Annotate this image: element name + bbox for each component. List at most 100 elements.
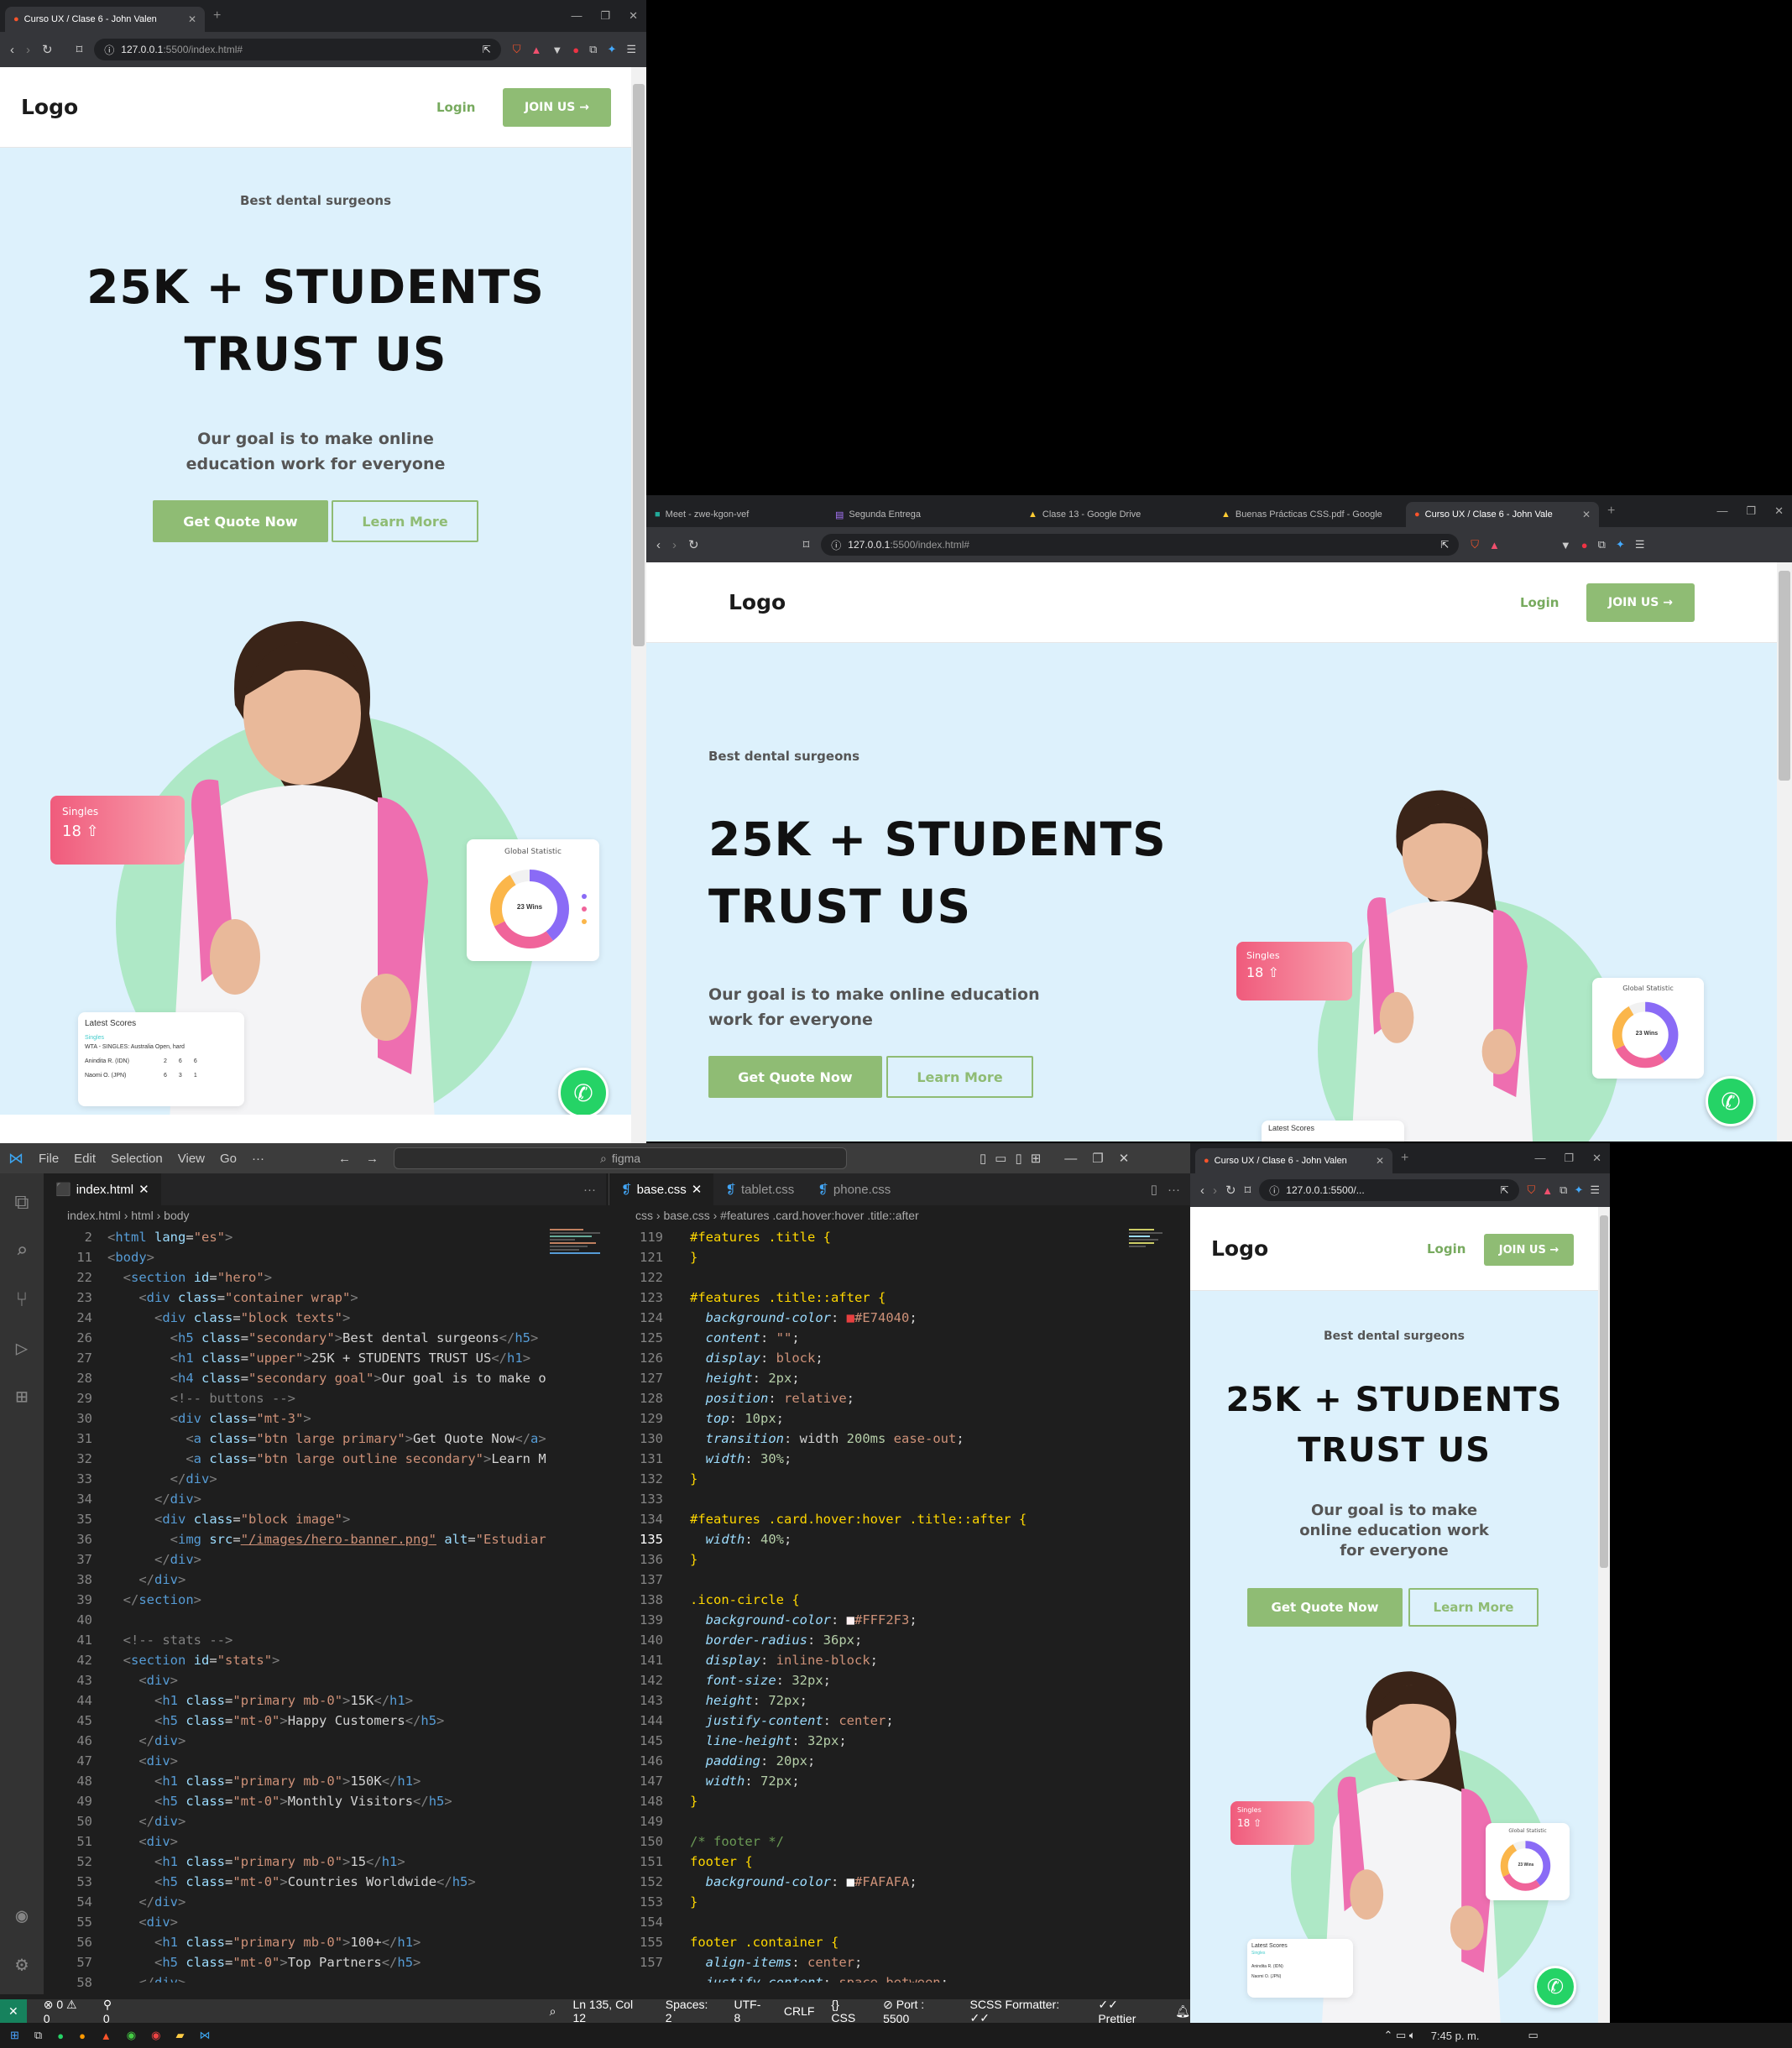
kite-icon[interactable]: ✦ [1616,538,1625,551]
join-us-button[interactable]: JOIN US → [1484,1234,1574,1266]
tab-index-html[interactable]: ⬛ index.html ✕ [44,1173,161,1205]
layout-icons[interactable]: ▯▭▯⊞ [980,1151,1049,1166]
minimap-right[interactable] [1129,1227,1179,1378]
taskview-icon[interactable]: ⧉ [34,2029,42,2042]
scores-tab[interactable]: Singles [85,1035,238,1041]
close-tab-icon[interactable]: ✕ [1582,509,1591,520]
close-tab-icon[interactable]: ✕ [188,13,196,25]
command-center-search[interactable]: ⌕ figma [394,1147,848,1169]
scss-formatter[interactable]: SCSS Formatter: ✓✓ [970,1998,1082,2025]
new-tab-icon[interactable]: + [1607,504,1615,519]
problems-indicator[interactable]: ⊗ 0 ⚠ 0 [44,1998,86,2025]
zoom-icon[interactable]: ⌕ [550,2004,556,2019]
line-ending[interactable]: CRLF [784,2004,815,2018]
menu-selection[interactable]: Selection [111,1152,163,1166]
whatsapp-button[interactable]: ✆ [1706,1076,1756,1126]
browser-tab[interactable]: ■ Meet - zwe-kgon-vef [646,502,827,527]
address-bar[interactable]: ⓘ 127.0.0.1:5500/index.html# ⇱ [821,534,1460,556]
vpn-icon[interactable]: ▼ [551,44,562,56]
menu-icon[interactable]: ☰ [1590,1183,1600,1197]
minimize-icon[interactable]: — [1716,504,1727,518]
share-icon[interactable]: ⇱ [1500,1184,1508,1196]
join-us-button[interactable]: JOIN US → [503,88,611,127]
address-bar[interactable]: ⓘ 127.0.0.1:5500/index.html# ⇱ [94,39,501,60]
site-logo[interactable]: Logo [21,95,78,119]
minimize-icon[interactable]: — [1534,1152,1545,1165]
tab-tablet-css[interactable]: ❡ tablet.css [713,1173,806,1205]
close-tab-icon[interactable]: ✕ [692,1182,703,1197]
learn-more-button[interactable]: Learn More [886,1056,1033,1098]
notifications-icon[interactable]: ▭ [1528,2029,1539,2042]
back-arrow-icon[interactable]: ← [338,1152,351,1166]
code-editor-right[interactable]: #features .title { } #features .title::a… [690,1227,1126,1983]
bookmark-icon[interactable]: ⌑ [76,42,83,57]
menu-icon[interactable]: ☰ [626,43,636,56]
join-us-button[interactable]: JOIN US → [1586,583,1695,622]
brave-shield-icon[interactable]: ⛉ [1528,1183,1536,1197]
cursor-position[interactable]: Ln 135, Col 12 [572,1998,648,2024]
vscode-icon[interactable]: ⋈ [199,2029,210,2042]
language-mode[interactable]: {} CSS [831,1998,866,2024]
new-tab-icon[interactable]: + [213,8,221,24]
back-icon[interactable]: ‹ [656,538,661,552]
scores-tab[interactable]: Singles [1251,1951,1349,1956]
learn-more-button[interactable]: Learn More [1408,1588,1539,1627]
tray-icons[interactable]: ⌃ ▭ 🔈︎ [1383,2029,1415,2042]
reload-icon[interactable]: ↻ [1225,1183,1236,1198]
crumb-item[interactable]: index.html [67,1209,121,1222]
scrollbar[interactable] [631,67,646,1143]
login-link[interactable]: Login [1520,595,1559,610]
chrome-icon[interactable]: ◉ [127,2029,136,2042]
close-icon[interactable]: ✕ [1774,504,1784,518]
search-icon[interactable]: ⌕ [16,1239,28,1262]
browser-tab[interactable]: ▲ Buenas Prácticas CSS.pdf - Google [1213,502,1406,527]
kite-icon[interactable]: ✦ [607,43,616,56]
close-icon[interactable]: ✕ [1592,1152,1601,1165]
minimize-icon[interactable]: — [1064,1152,1077,1166]
windows-start-icon[interactable]: ⊞ [10,2029,19,2042]
bookmark-icon[interactable]: ⌑ [803,537,810,552]
whatsapp-button[interactable]: ✆ [558,1068,609,1118]
crumb-item[interactable]: html [131,1209,153,1222]
close-tab-icon[interactable]: ✕ [1376,1155,1384,1167]
back-icon[interactable]: ‹ [10,43,14,57]
menu-edit[interactable]: Edit [74,1152,96,1166]
back-icon[interactable]: ‹ [1200,1183,1204,1198]
rewards-icon[interactable]: ▲ [531,44,542,56]
scrollbar[interactable] [1598,1207,1610,2023]
menu-file[interactable]: File [39,1152,59,1166]
address-bar[interactable]: ⓘ 127.0.0.1:5500/... ⇱ [1259,1179,1519,1201]
scrollbar[interactable] [1777,562,1792,1142]
chrome-icon[interactable]: ◉ [151,2029,160,2042]
minimap-left[interactable] [550,1227,609,1378]
extensions-icon[interactable]: ⧉ [1560,1183,1567,1197]
learn-more-button[interactable]: Learn More [332,500,478,542]
prettier-status[interactable]: ✓✓ Prettier [1098,1998,1158,2025]
bookmark-icon[interactable]: ⌑ [1245,1183,1251,1198]
share-icon[interactable]: ⇱ [483,44,491,55]
share-icon[interactable]: ⇱ [1440,539,1449,551]
login-link[interactable]: Login [436,100,475,115]
menu-more[interactable]: ··· [252,1152,264,1166]
crumb-item[interactable]: css [635,1209,653,1222]
forward-icon[interactable]: › [1213,1183,1217,1198]
brave-shield-icon[interactable]: ⛉ [1471,538,1479,551]
restore-icon[interactable]: ❐ [1092,1151,1103,1166]
kite-icon[interactable]: ✦ [1574,1183,1583,1197]
whatsapp-icon[interactable]: ● [57,2030,64,2042]
close-icon[interactable]: ✕ [1119,1151,1130,1166]
get-quote-button[interactable]: Get Quote Now [1247,1588,1403,1627]
brave-icon[interactable]: ▲ [101,2030,112,2042]
settings-gear-icon[interactable]: ⚙ [16,1952,28,1976]
close-icon[interactable]: ✕ [629,9,638,23]
new-tab-icon[interactable]: + [1401,1151,1408,1166]
crumb-item[interactable]: base.css [663,1209,709,1222]
menu-go[interactable]: Go [220,1152,237,1166]
restore-icon[interactable]: ❐ [600,9,610,23]
menu-icon[interactable]: ☰ [1635,538,1645,551]
reload-icon[interactable]: ↻ [688,537,699,552]
crumb-item[interactable]: #features .card.hover:hover .title::afte… [720,1209,919,1222]
browser-tab[interactable]: ● Curso UX / Clase 6 - John Valen ✕ [5,7,205,32]
bell-icon[interactable]: 🔔︎ [1175,2004,1190,2019]
extensions-icon[interactable]: ⊞ [16,1385,28,1408]
